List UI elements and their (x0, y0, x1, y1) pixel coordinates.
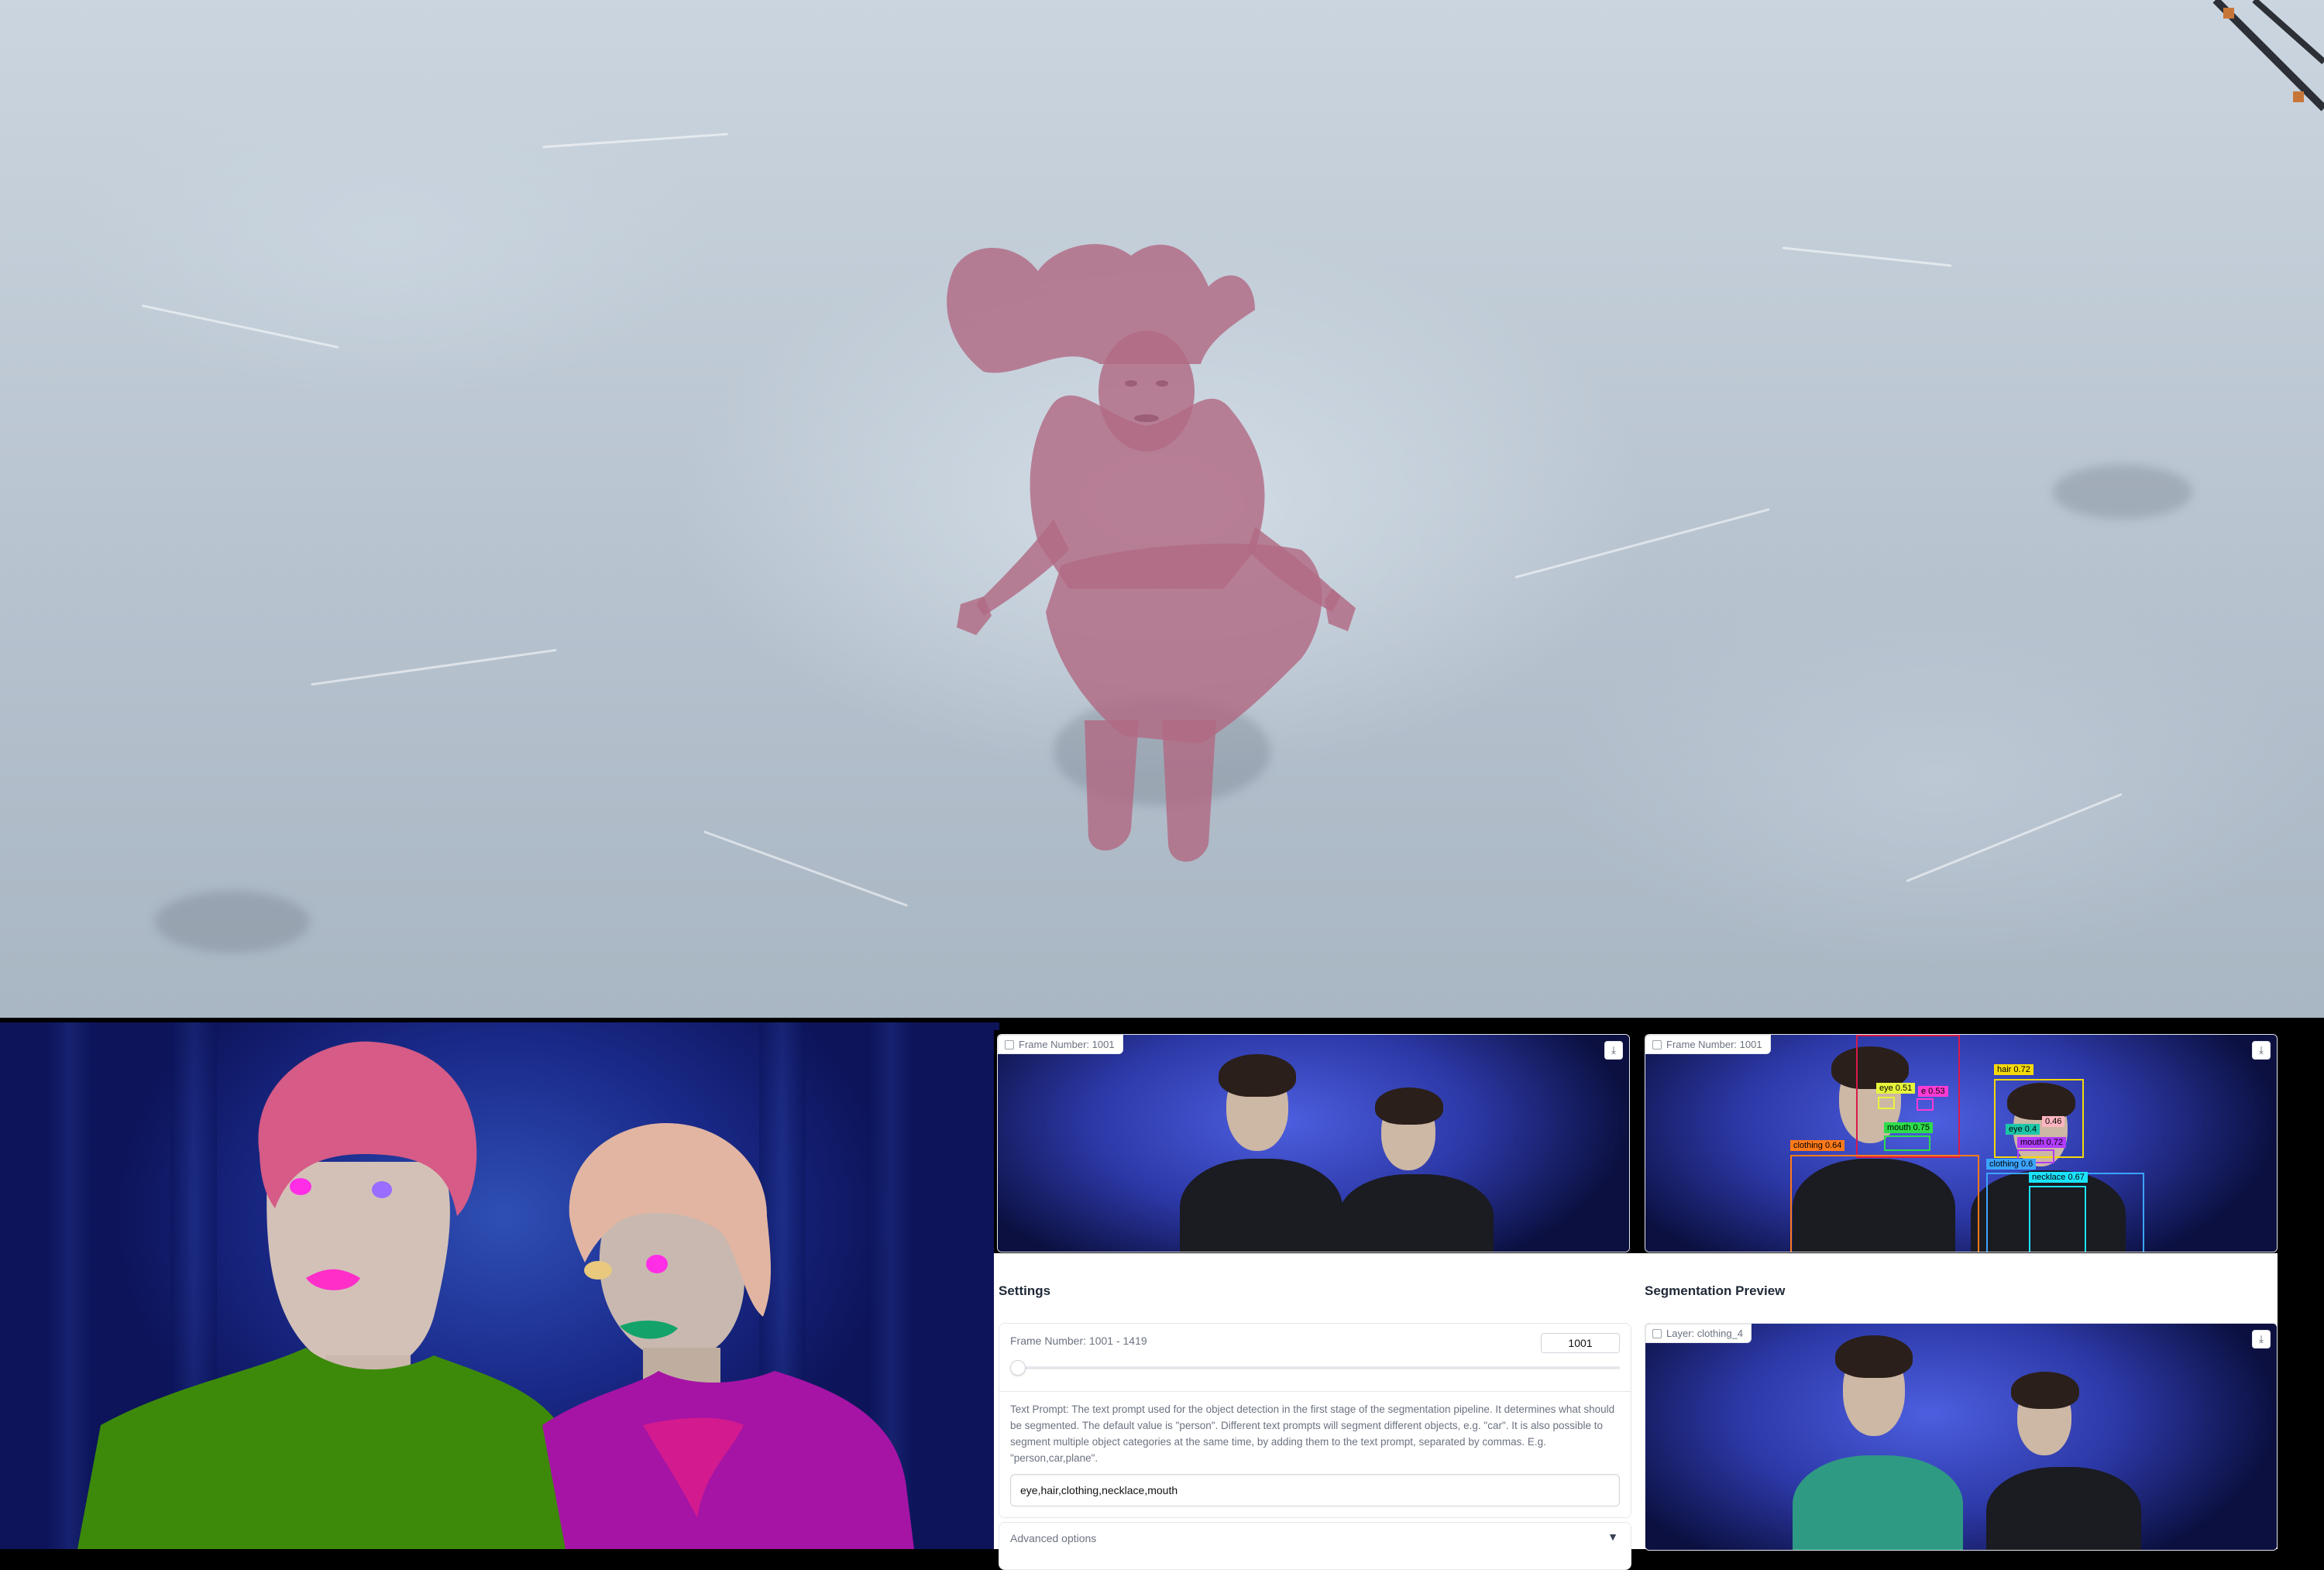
frame-number-input[interactable]: 1001 (1541, 1333, 1620, 1353)
det-label: hair 0.72 (1994, 1064, 2033, 1075)
det-label: e 0.53 (1918, 1086, 1948, 1097)
bbox-clothing-left (1790, 1155, 1979, 1252)
railing-prop (2212, 0, 2324, 112)
text-prompt-card: Text Prompt: The text prompt used for th… (999, 1391, 1631, 1518)
det-label: eye 0.4 (2006, 1124, 2040, 1135)
det-label: clothing 0.64 (1790, 1140, 1845, 1151)
frame-label: Frame Number: 1001 (998, 1035, 1123, 1054)
frame-label: Frame Number: 1001 (1645, 1035, 1771, 1054)
chevron-down-icon: ▼ (1607, 1530, 1618, 1543)
detection-frame-panel: hair 0.72 eye 0.51 e 0.53 0.46 eye 0.4 m… (1645, 1034, 2278, 1252)
settings-title: Settings (999, 1283, 1051, 1298)
ice-frame-mask-view (0, 0, 2324, 1018)
input-frame-image (998, 1035, 1629, 1252)
input-frame-panel: Frame Number: 1001 ⤓ (997, 1034, 1630, 1252)
download-icon: ⤓ (1611, 1044, 1616, 1056)
segmentation-preview-panel: Layer: clothing_4 ⤓ (1645, 1323, 2278, 1551)
image-icon (1652, 1039, 1662, 1050)
layer-label: Layer: clothing_4 (1645, 1324, 1752, 1343)
person-mask (947, 244, 1356, 862)
download-button[interactable]: ⤓ (1604, 1041, 1623, 1060)
bbox-necklace (2029, 1186, 2086, 1252)
frame-slider-label: Frame Number: 1001 - 1419 (1010, 1335, 1147, 1347)
bbox-mouth-1 (1884, 1135, 1930, 1151)
frame-slider-thumb[interactable] (1010, 1360, 1026, 1376)
download-button[interactable]: ⤓ (2252, 1041, 2271, 1060)
text-prompt-input[interactable]: eye,hair,clothing,necklace,mouth (1010, 1474, 1620, 1506)
advanced-options-label: Advanced options (1010, 1532, 1097, 1544)
multiclass-segmentation-view (0, 1022, 999, 1549)
det-label: 0.46 (2042, 1116, 2065, 1127)
image-icon (1005, 1039, 1014, 1050)
segmentation-preview-image (1645, 1324, 2277, 1550)
download-icon: ⤓ (2259, 1044, 2264, 1056)
det-label: clothing 0.6 (1986, 1159, 2037, 1170)
person-left (77, 1041, 589, 1549)
segmentation-overlay (77, 1041, 914, 1549)
frame-slider-track[interactable] (1010, 1366, 1620, 1369)
bbox-eye-2 (1917, 1098, 1934, 1111)
image-icon (1652, 1328, 1662, 1338)
det-label: necklace 0.67 (2029, 1172, 2088, 1183)
det-label: mouth 0.75 (1884, 1122, 1934, 1133)
det-label: eye 0.51 (1876, 1083, 1916, 1094)
download-button[interactable]: ⤓ (2252, 1330, 2271, 1348)
bbox-eye-1 (1878, 1097, 1895, 1109)
text-prompt-help: Text Prompt: The text prompt used for th… (1010, 1403, 1615, 1464)
advanced-options-accordion[interactable]: Advanced options ▼ (999, 1522, 1631, 1570)
segmentation-preview-title: Segmentation Preview (1645, 1283, 1786, 1298)
segmentation-app: Frame Number: 1001 ⤓ hair 0.72 eye 0.51 … (994, 1030, 2278, 1570)
download-icon: ⤓ (2259, 1333, 2264, 1345)
person-right (542, 1123, 914, 1549)
det-label: mouth 0.72 (2017, 1137, 2067, 1148)
frame-slider-card: Frame Number: 1001 - 1419 1001 (999, 1323, 1631, 1394)
